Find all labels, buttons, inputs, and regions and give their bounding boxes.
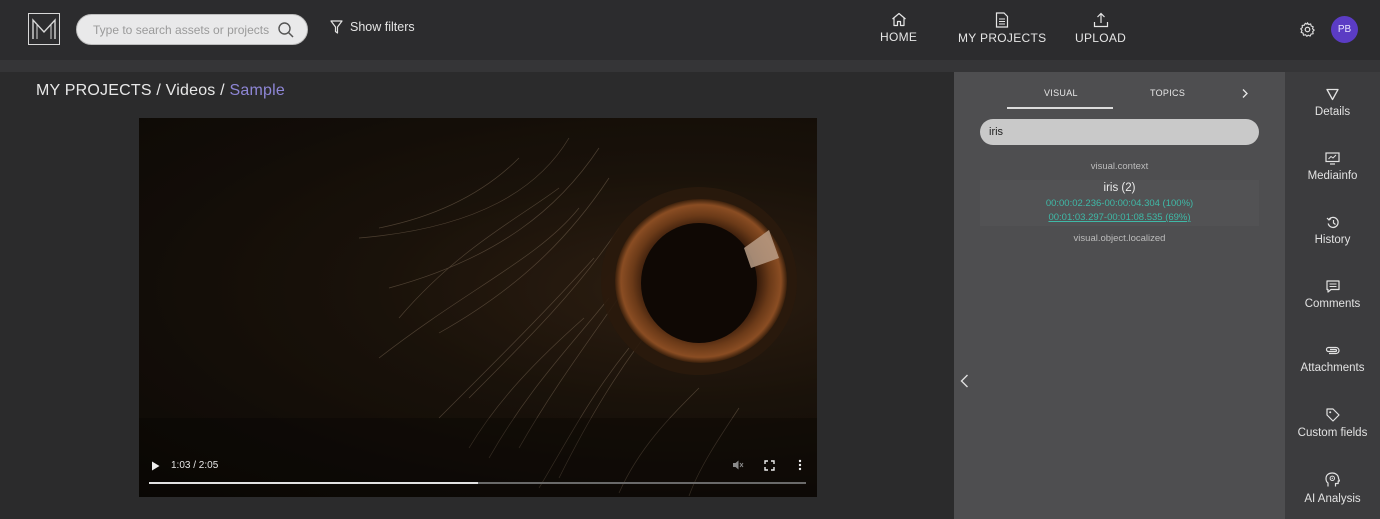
- breadcrumb-my-projects[interactable]: MY PROJECTS: [36, 82, 152, 99]
- header-divider: [0, 60, 1380, 72]
- home-icon: [891, 12, 906, 27]
- sidebar-item-label: History: [1314, 234, 1351, 246]
- ai-head-icon: [1325, 472, 1340, 487]
- visual-object-localized-label: visual.object.localized: [1073, 233, 1166, 244]
- search-input[interactable]: [93, 22, 283, 37]
- funnel-icon: [1326, 88, 1339, 101]
- breadcrumb-separator: /: [220, 82, 225, 99]
- show-filters-label: Show filters: [350, 20, 415, 34]
- fullscreen-icon[interactable]: [764, 460, 775, 471]
- nav-my-projects[interactable]: MY PROJECTS: [958, 12, 1046, 45]
- sidebar-item-label: Comments: [1304, 298, 1361, 310]
- video-progress-fill: [149, 482, 478, 484]
- play-icon[interactable]: [151, 461, 160, 471]
- breadcrumb-separator: /: [156, 82, 162, 99]
- top-bar: Show filters HOME MY PROJECTS UPLOAD PB: [0, 0, 1380, 60]
- tabs-next-chevron-icon[interactable]: [1242, 89, 1248, 98]
- right-sidebar: Details Mediainfo History Comments Attac…: [1285, 72, 1380, 519]
- volume-muted-icon[interactable]: [732, 459, 744, 471]
- nav-upload[interactable]: UPLOAD: [1075, 12, 1126, 45]
- filter-icon: [330, 20, 343, 34]
- video-time: 1:03 / 2:05: [171, 460, 219, 471]
- result-timestamp[interactable]: 00:01:03.297-00:01:08.535 (69%): [980, 211, 1259, 224]
- paperclip-icon: [1325, 346, 1340, 355]
- sidebar-item-mediainfo[interactable]: Mediainfo: [1285, 152, 1380, 182]
- breadcrumb-current: Sample: [229, 82, 285, 99]
- analysis-result-item: iris (2) 00:00:02.236-00:00:04.304 (100%…: [980, 180, 1259, 226]
- sidebar-item-details[interactable]: Details: [1285, 88, 1380, 118]
- search-icon[interactable]: [277, 21, 295, 39]
- sidebar-item-label: Attachments: [1300, 362, 1365, 374]
- nav-home[interactable]: HOME: [880, 12, 917, 44]
- sidebar-item-ai-analysis[interactable]: AI Analysis: [1285, 472, 1380, 505]
- sidebar-item-custom-fields[interactable]: Custom fields: [1285, 408, 1380, 439]
- analysis-filter-field: [980, 119, 1259, 145]
- video-player[interactable]: 1:03 / 2:05: [139, 118, 817, 497]
- video-progress-bar[interactable]: [149, 482, 806, 484]
- result-timestamp[interactable]: 00:00:02.236-00:00:04.304 (100%): [980, 197, 1259, 210]
- sidebar-item-attachments[interactable]: Attachments: [1285, 344, 1380, 374]
- sidebar-item-comments[interactable]: Comments: [1285, 280, 1380, 310]
- active-tab-indicator: [1007, 107, 1113, 109]
- tag-icon: [1325, 408, 1340, 422]
- user-avatar[interactable]: PB: [1331, 16, 1358, 43]
- document-icon: [996, 12, 1009, 28]
- show-filters-button[interactable]: Show filters: [330, 20, 415, 34]
- upload-icon: [1093, 12, 1108, 28]
- sidebar-item-history[interactable]: History: [1285, 216, 1380, 246]
- result-name: iris (2): [1103, 182, 1136, 194]
- sidebar-item-label: Custom fields: [1297, 427, 1368, 439]
- breadcrumb-videos[interactable]: Videos: [166, 82, 216, 99]
- search-bar: [76, 14, 308, 45]
- history-icon: [1326, 216, 1339, 229]
- video-frame: [139, 118, 817, 497]
- comment-icon: [1325, 280, 1340, 293]
- settings-gear-icon[interactable]: [1299, 21, 1316, 38]
- sidebar-item-label: Details: [1314, 106, 1351, 118]
- monitor-icon: [1325, 152, 1340, 165]
- logo-m-icon: [32, 18, 56, 39]
- nav-home-label: HOME: [880, 30, 918, 44]
- sidebar-item-label: AI Analysis: [1304, 493, 1361, 505]
- visual-context-label: visual.context: [1090, 161, 1149, 172]
- breadcrumb: MY PROJECTS / Videos / Sample: [36, 82, 285, 100]
- tab-topics[interactable]: TOPICS: [1150, 88, 1185, 98]
- nav-my-projects-label: MY PROJECTS: [958, 31, 1047, 45]
- app-logo[interactable]: [28, 13, 60, 45]
- tab-visual[interactable]: VISUAL: [1044, 88, 1078, 98]
- collapse-panel-chevron-icon[interactable]: [960, 374, 969, 388]
- analysis-filter-input[interactable]: [989, 126, 1239, 138]
- nav-upload-label: UPLOAD: [1075, 31, 1127, 45]
- ai-analysis-panel: VISUAL TOPICS visual.context iris (2) 00…: [954, 72, 1285, 519]
- sidebar-item-label: Mediainfo: [1307, 170, 1358, 182]
- more-options-icon[interactable]: [798, 459, 802, 471]
